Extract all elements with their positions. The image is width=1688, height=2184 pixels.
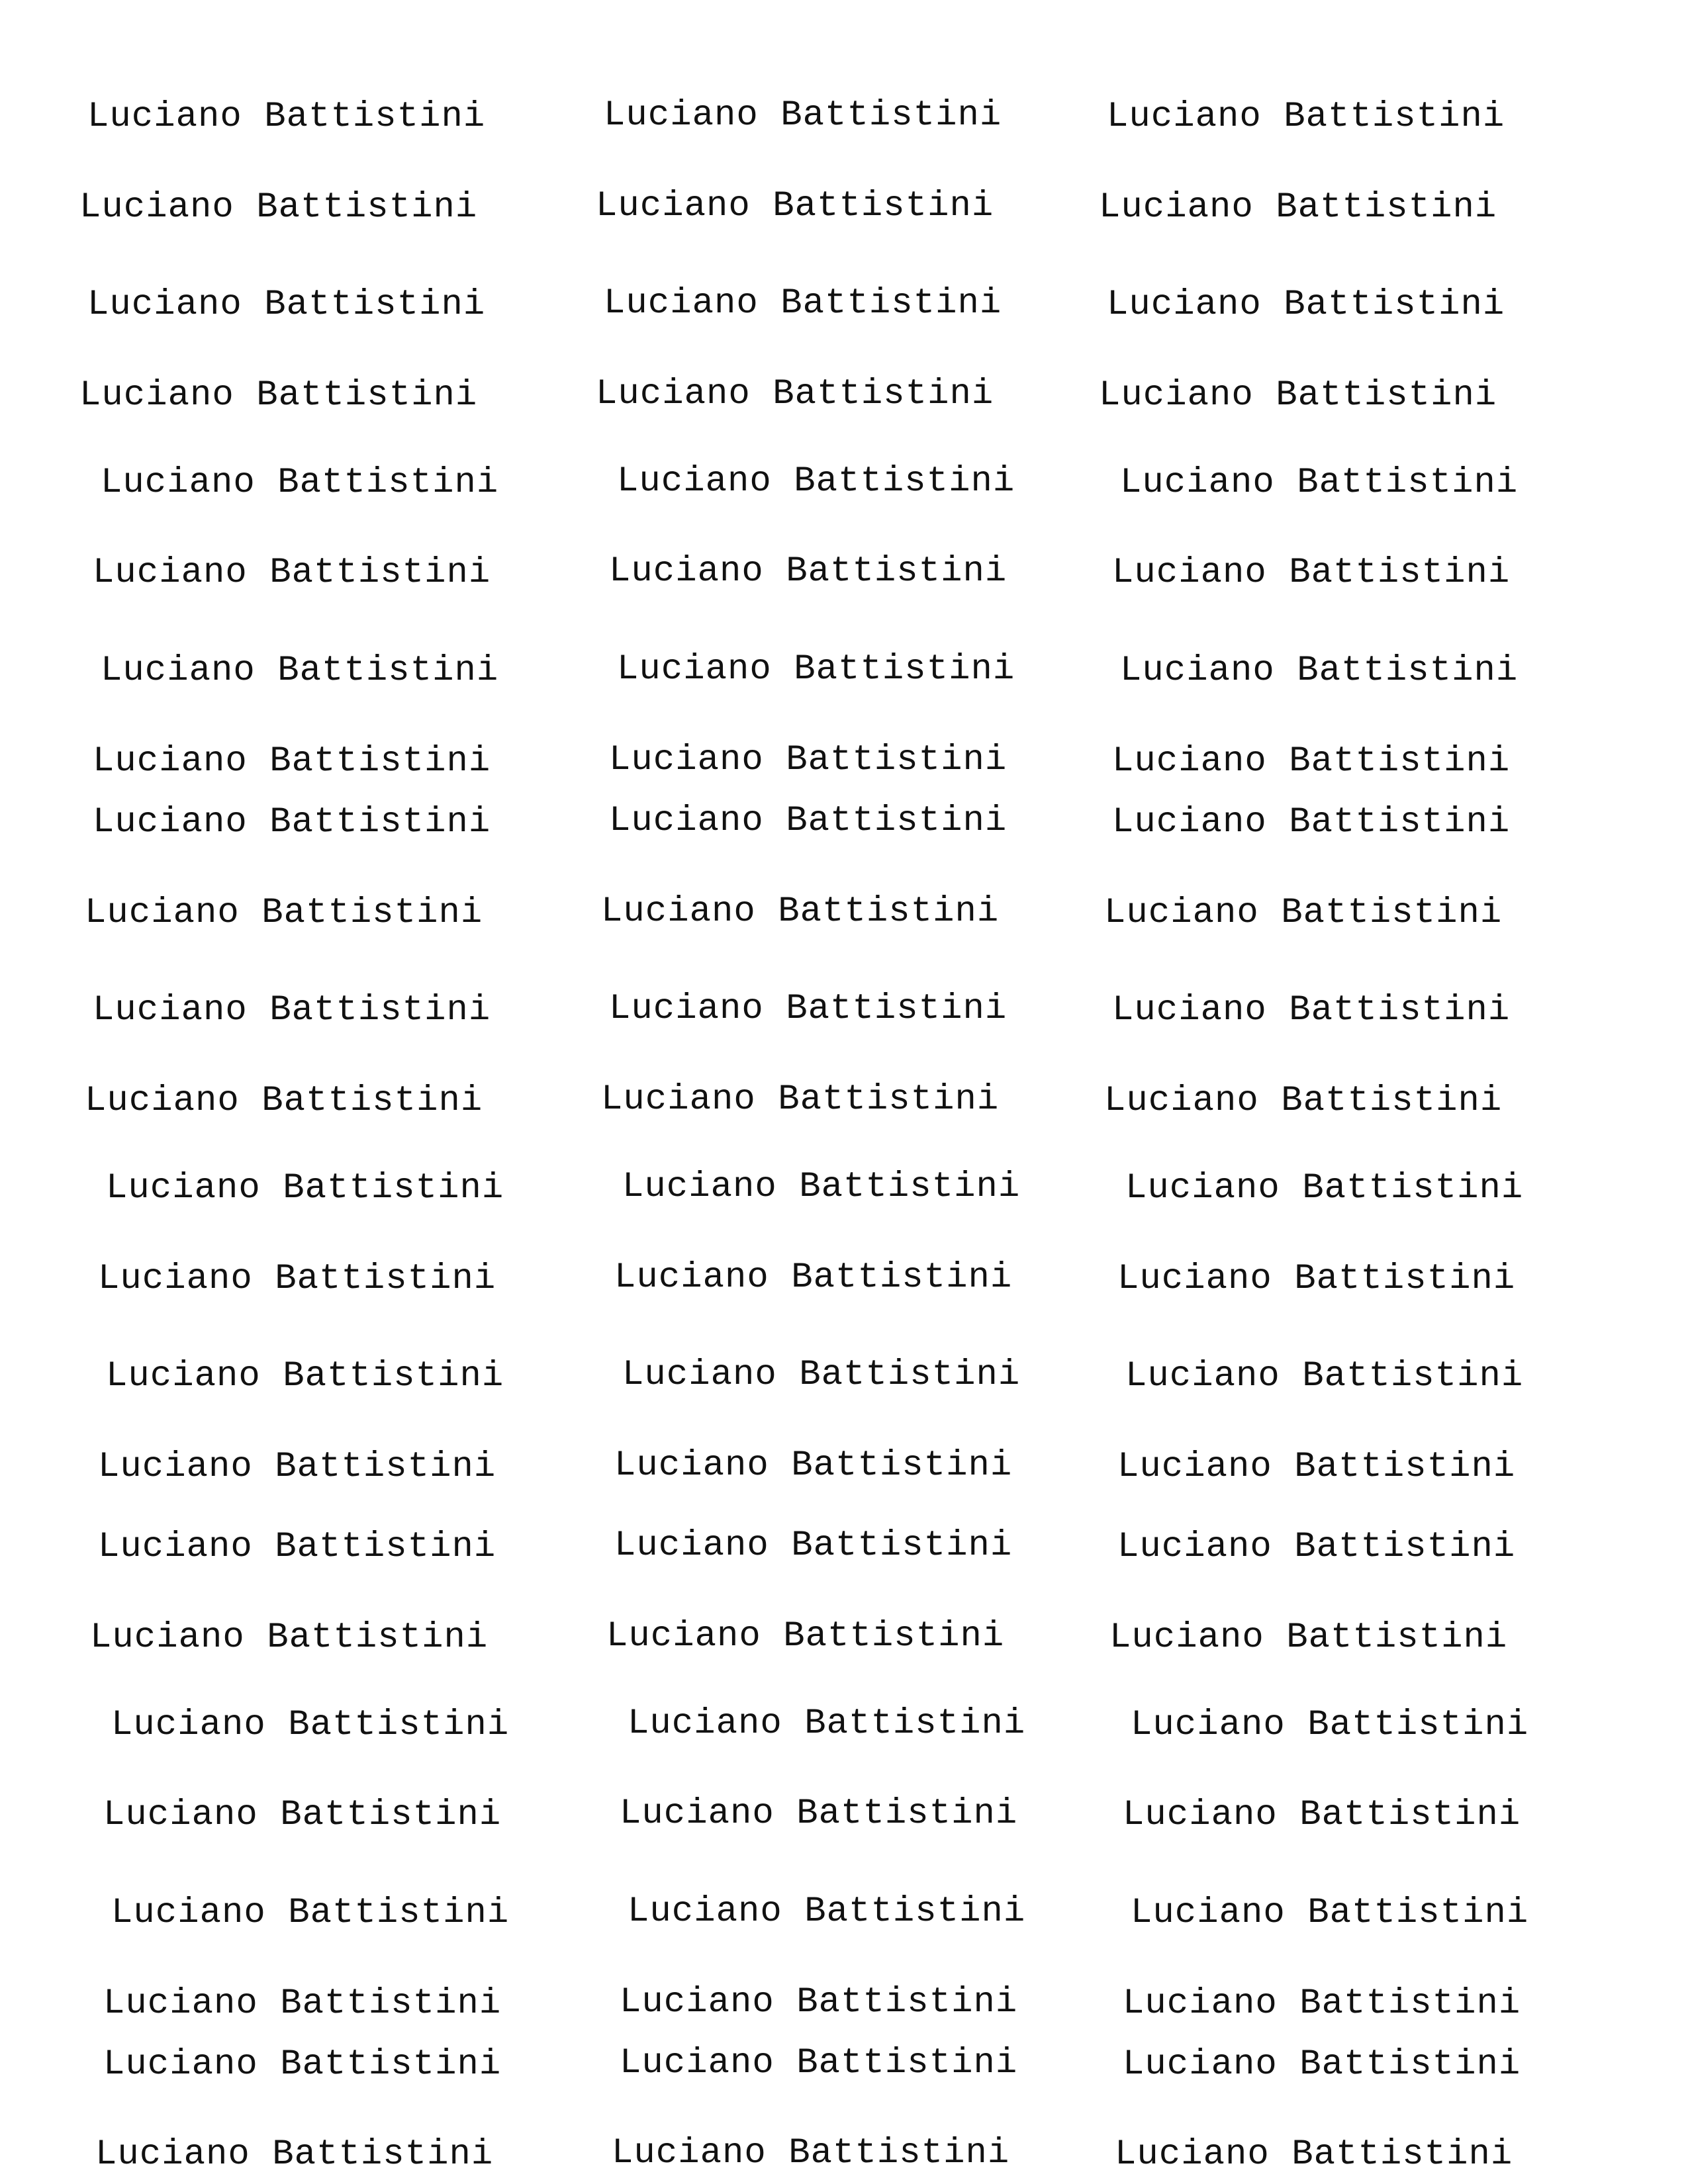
address-label: Luciano Battistini bbox=[79, 187, 478, 228]
label-row: Luciano Battistini Luciano Battistini Lu… bbox=[0, 1162, 1688, 1215]
address-label: Luciano Battistini bbox=[93, 741, 491, 782]
address-label: Luciano Battistini bbox=[1120, 651, 1519, 691]
address-label: Luciano Battistini bbox=[614, 1257, 1013, 1298]
label-row: Luciano Battistini Luciano Battistini Lu… bbox=[0, 645, 1688, 698]
address-label: Luciano Battistini bbox=[1120, 463, 1519, 503]
address-label: Luciano Battistini bbox=[90, 1617, 489, 1658]
address-label: Luciano Battistini bbox=[1123, 1983, 1521, 2024]
address-label: Luciano Battistini bbox=[1131, 1705, 1529, 1745]
label-row: Luciano Battistini Luciano Battistini Lu… bbox=[0, 2038, 1688, 2091]
address-label: Luciano Battistini bbox=[617, 461, 1015, 502]
address-label: Luciano Battistini bbox=[1107, 97, 1505, 137]
address-label: Luciano Battistini bbox=[103, 2044, 502, 2085]
label-row: Luciano Battistini Luciano Battistini Lu… bbox=[0, 1075, 1688, 1128]
address-label: Luciano Battistini bbox=[1104, 1081, 1503, 1121]
address-label: Luciano Battistini bbox=[111, 1705, 510, 1745]
address-label: Luciano Battistini bbox=[1131, 1893, 1529, 1933]
label-sheet: Luciano Battistini Luciano Battistini Lu… bbox=[0, 0, 1688, 2184]
address-label: Luciano Battistini bbox=[604, 283, 1002, 324]
address-label: Luciano Battistini bbox=[1125, 1356, 1524, 1396]
label-row: Luciano Battistini Luciano Battistini Lu… bbox=[0, 91, 1688, 144]
address-label: Luciano Battistini bbox=[93, 990, 491, 1030]
label-row: Luciano Battistini Luciano Battistini Lu… bbox=[0, 1350, 1688, 1403]
address-label: Luciano Battistini bbox=[93, 802, 491, 842]
address-label: Luciano Battistini bbox=[101, 463, 499, 503]
label-row: Luciano Battistini Luciano Battistini Lu… bbox=[0, 796, 1688, 849]
address-label: Luciano Battistini bbox=[103, 1983, 502, 2024]
address-label: Luciano Battistini bbox=[1115, 2134, 1513, 2175]
address-label: Luciano Battistini bbox=[614, 1445, 1013, 1486]
address-label: Luciano Battistini bbox=[95, 2134, 494, 2175]
address-label: Luciano Battistini bbox=[85, 893, 483, 933]
address-label: Luciano Battistini bbox=[601, 1079, 1000, 1120]
address-label: Luciano Battistini bbox=[1099, 187, 1497, 228]
address-label: Luciano Battistini bbox=[1112, 741, 1511, 782]
address-label: Luciano Battistini bbox=[111, 1893, 510, 1933]
address-label: Luciano Battistini bbox=[98, 1527, 496, 1567]
address-label: Luciano Battistini bbox=[1117, 1447, 1516, 1487]
address-label: Luciano Battistini bbox=[85, 1081, 483, 1121]
address-label: Luciano Battistini bbox=[596, 374, 994, 414]
address-label: Luciano Battistini bbox=[1107, 285, 1505, 325]
address-label: Luciano Battistini bbox=[609, 551, 1008, 592]
address-label: Luciano Battistini bbox=[596, 186, 994, 226]
label-row: Luciano Battistini Luciano Battistini Lu… bbox=[0, 547, 1688, 600]
address-label: Luciano Battistini bbox=[93, 553, 491, 593]
address-label: Luciano Battistini bbox=[1123, 2044, 1521, 2085]
label-row: Luciano Battistini Luciano Battistini Lu… bbox=[0, 887, 1688, 940]
address-label: Luciano Battistini bbox=[106, 1168, 504, 1208]
label-row: Luciano Battistini Luciano Battistini Lu… bbox=[0, 181, 1688, 234]
label-row: Luciano Battistini Luciano Battistini Lu… bbox=[0, 1978, 1688, 2030]
address-label: Luciano Battistini bbox=[79, 375, 478, 416]
address-label: Luciano Battistini bbox=[1109, 1617, 1508, 1658]
address-label: Luciano Battistini bbox=[1117, 1259, 1516, 1299]
address-label: Luciano Battistini bbox=[620, 2043, 1018, 2083]
address-label: Luciano Battistini bbox=[87, 97, 486, 137]
address-label: Luciano Battistini bbox=[609, 989, 1008, 1029]
label-row: Luciano Battistini Luciano Battistini Lu… bbox=[0, 735, 1688, 788]
label-row: Luciano Battistini Luciano Battistini Lu… bbox=[0, 1441, 1688, 1494]
address-label: Luciano Battistini bbox=[606, 1616, 1005, 1657]
label-row: Luciano Battistini Luciano Battistini Lu… bbox=[0, 1521, 1688, 1574]
address-label: Luciano Battistini bbox=[1112, 990, 1511, 1030]
address-label: Luciano Battistini bbox=[87, 285, 486, 325]
address-label: Luciano Battistini bbox=[1112, 553, 1511, 593]
address-label: Luciano Battistini bbox=[601, 891, 1000, 932]
address-label: Luciano Battistini bbox=[98, 1447, 496, 1487]
address-label: Luciano Battistini bbox=[628, 1704, 1026, 1744]
address-label: Luciano Battistini bbox=[609, 740, 1008, 780]
label-row: Luciano Battistini Luciano Battistini Lu… bbox=[0, 2128, 1688, 2181]
label-row: Luciano Battistini Luciano Battistini Lu… bbox=[0, 1789, 1688, 1842]
address-label: Luciano Battistini bbox=[1117, 1527, 1516, 1567]
address-label: Luciano Battistini bbox=[614, 1525, 1013, 1566]
address-label: Luciano Battistini bbox=[609, 801, 1008, 841]
address-label: Luciano Battistini bbox=[101, 651, 499, 691]
address-label: Luciano Battistini bbox=[628, 1891, 1026, 1932]
address-label: Luciano Battistini bbox=[612, 2133, 1010, 2173]
label-row: Luciano Battistini Luciano Battistini Lu… bbox=[0, 984, 1688, 1037]
address-label: Luciano Battistini bbox=[622, 1355, 1021, 1395]
address-label: Luciano Battistini bbox=[1125, 1168, 1524, 1208]
label-row: Luciano Battistini Luciano Battistini Lu… bbox=[0, 1253, 1688, 1306]
address-label: Luciano Battistini bbox=[1099, 375, 1497, 416]
address-label: Luciano Battistini bbox=[622, 1167, 1021, 1207]
label-row: Luciano Battistini Luciano Battistini Lu… bbox=[0, 1887, 1688, 1940]
label-row: Luciano Battistini Luciano Battistini Lu… bbox=[0, 457, 1688, 510]
address-label: Luciano Battistini bbox=[617, 649, 1015, 690]
address-label: Luciano Battistini bbox=[620, 1794, 1018, 1834]
label-row: Luciano Battistini Luciano Battistini Lu… bbox=[0, 1612, 1688, 1664]
address-label: Luciano Battistini bbox=[106, 1356, 504, 1396]
address-label: Luciano Battistini bbox=[1123, 1795, 1521, 1835]
address-label: Luciano Battistini bbox=[620, 1982, 1018, 2023]
address-label: Luciano Battistini bbox=[98, 1259, 496, 1299]
address-label: Luciano Battistini bbox=[103, 1795, 502, 1835]
label-row: Luciano Battistini Luciano Battistini Lu… bbox=[0, 1699, 1688, 1752]
address-label: Luciano Battistini bbox=[1104, 893, 1503, 933]
address-label: Luciano Battistini bbox=[604, 95, 1002, 136]
label-row: Luciano Battistini Luciano Battistini Lu… bbox=[0, 369, 1688, 422]
address-label: Luciano Battistini bbox=[1112, 802, 1511, 842]
label-row: Luciano Battistini Luciano Battistini Lu… bbox=[0, 279, 1688, 332]
